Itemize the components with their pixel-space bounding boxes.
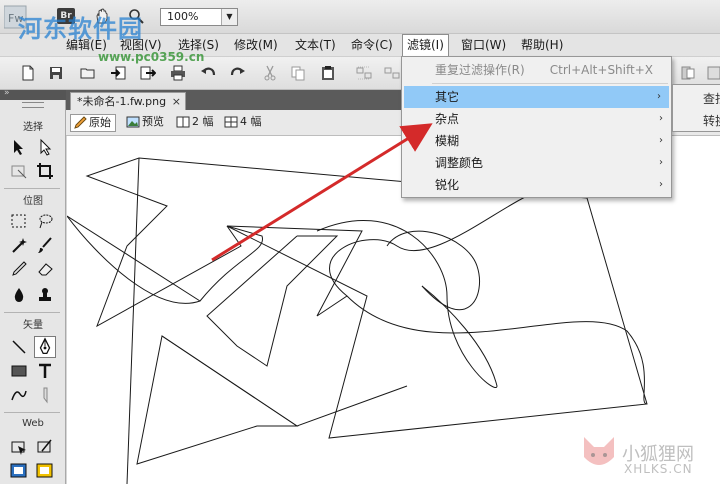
fox-logo-icon xyxy=(584,437,614,465)
annotation-arrow xyxy=(211,123,433,262)
watermark-site-url: www.pc0359.cn xyxy=(98,50,205,64)
watermark-bottom-url: XHLKS.CN xyxy=(624,462,693,476)
watermark-site-name: 河东软件园 xyxy=(18,15,143,43)
